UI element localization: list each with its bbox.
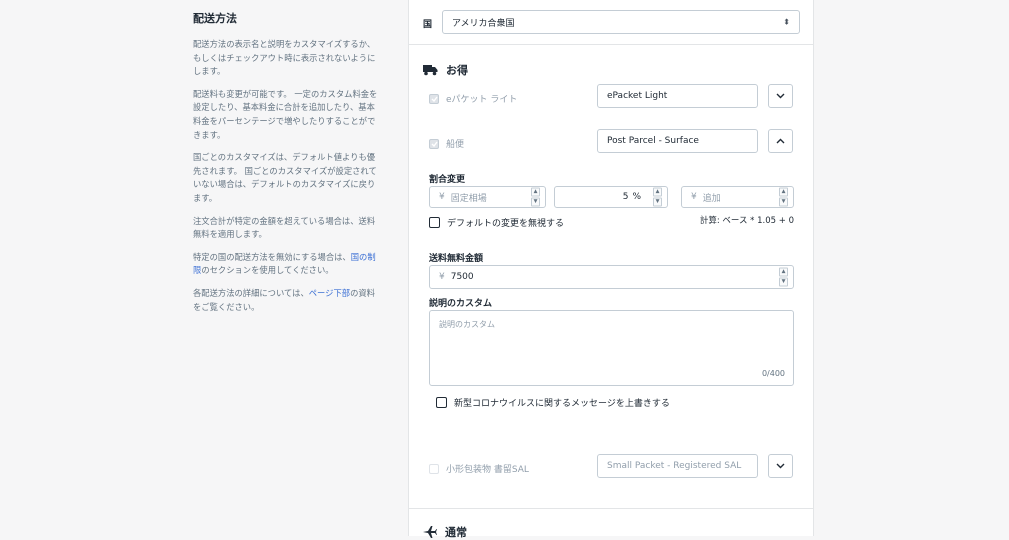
ignore-default-label: デフォルトの変更を無視する [447,219,565,229]
section-heading: 配送方法 [193,12,237,25]
surface-checkbox[interactable]: 船便 [429,137,464,150]
small-packet-label: 小形包装物 書留SAL [446,465,529,475]
text: 各配送方法の詳細については、 [193,287,309,298]
truck-icon [423,65,438,76]
small-packet-name-value: Small Packet - Registered SAL [607,461,742,471]
epacket-name-input[interactable]: ePacket Light [597,84,758,108]
description-paragraph: 配送料も変更が可能です。 一定のカスタム料金を設定したり、基本料金に合計を追加し… [193,88,378,140]
normal-section-title-text: 通常 [445,526,467,539]
small-packet-expand-button[interactable] [768,454,793,478]
chevron-down-icon [776,463,785,469]
stepper[interactable]: ▲ ▼ [779,267,788,287]
percent-suffix: % [632,192,641,202]
country-label: 国 [423,20,433,30]
free-shipping-value: 7500 [450,272,474,282]
surface-collapse-button[interactable] [768,129,793,153]
char-counter: 0/400 [761,369,785,378]
deal-section-title: お得 [423,62,468,78]
fixed-rate-placeholder: 固定相場 [450,193,487,204]
normal-section-title: 通常 [423,524,467,540]
surface-label: 船便 [446,140,465,150]
description-paragraph: 特定の国の配送方法を無効にする場合は、国の制限のセクションを使用してください。 [193,251,383,278]
description-paragraph: 注文合計が特定の金額を超えている場合は、送料無料を適用します。 [193,215,376,240]
shipping-settings-card: 国 アメリカ合衆国 ⬍ お得 eパケット ライト ePacket Light 船… [408,0,814,539]
percent-value: 5 [622,192,629,202]
surface-name-value: Post Parcel - Surface [607,136,699,146]
checkbox-box [429,93,439,104]
checkbox-box [429,138,439,149]
covid-override-checkbox[interactable]: 新型コロナウイルスに関するメッセージを上書きする [436,396,670,409]
free-shipping-input[interactable]: ¥ 7500 ▲ ▼ [429,265,794,289]
add-amount-placeholder: 追加 [702,193,721,204]
textarea-placeholder: 説明のカスタム [439,320,495,329]
chevron-up-icon [776,138,785,144]
custom-description-label: 説明のカスタム [429,299,493,309]
percent-input[interactable]: 5 % ▲ ▼ [554,186,668,208]
epacket-label: eパケット ライト [446,95,518,105]
epacket-expand-button[interactable] [768,84,793,108]
checkbox-box [429,463,439,474]
ignore-default-checkbox[interactable]: デフォルトの変更を無視する [429,216,564,229]
country-select-value: アメリカ合衆国 [452,18,515,29]
description-panel: 配送方法 配送方法の表示名と説明をカスタマイズするか、もしくはチェックアウト時に… [193,10,383,323]
text: 特定の国の配送方法を無効にする場合は、 [193,251,351,262]
check-icon [431,141,438,147]
description-paragraph: 各配送方法の詳細については、ページ下部の資料をご覧ください。 [193,287,383,314]
stepper[interactable]: ▲ ▼ [779,187,788,207]
currency-prefix: ¥ [439,192,445,202]
check-icon [431,96,438,102]
covid-override-label: 新型コロナウイルスに関するメッセージを上書きする [454,399,670,409]
surface-name-input[interactable]: Post Parcel - Surface [597,129,758,153]
calc-formula: 計算: ベース * 1.05 + 0 [699,216,794,226]
chevron-down-icon [776,93,785,99]
rate-change-label: 割合変更 [429,175,466,185]
currency-prefix: ¥ [691,192,697,202]
add-amount-input[interactable]: ¥ 追加 ▲ ▼ [681,186,794,208]
airplane-icon [423,526,437,538]
epacket-checkbox[interactable]: eパケット ライト [429,92,517,105]
stepper[interactable]: ▲ ▼ [531,187,540,207]
custom-description-textarea[interactable]: 説明のカスタム 0/400 [429,310,794,386]
divider [409,508,813,509]
small-packet-name-input[interactable]: Small Packet - Registered SAL [597,454,758,478]
free-shipping-label: 送料無料金額 [429,254,484,264]
checkbox-box [436,397,447,408]
checkbox-box [429,217,440,228]
description-paragraph: 国ごとのカスタマイズは、デフォルト値よりも優先されます。 国ごとのカスタマイズが… [193,152,377,203]
text: のセクションを使用してください。 [201,265,334,276]
epacket-name-value: ePacket Light [607,91,668,101]
divider [409,44,813,45]
fixed-rate-input[interactable]: ¥ 固定相場 ▲ ▼ [429,186,546,208]
select-arrows-icon: ⬍ [783,17,790,27]
description-paragraph: 配送方法の表示名と説明をカスタマイズするか、もしくはチェックアウト時に表示されな… [193,39,376,77]
deal-section-title-text: お得 [446,64,468,77]
small-packet-checkbox[interactable]: 小形包装物 書留SAL [429,462,529,475]
currency-prefix: ¥ [439,272,445,282]
country-select[interactable]: アメリカ合衆国 ⬍ [442,10,800,34]
page-bottom-link[interactable]: ページ下部 [309,288,350,298]
stepper[interactable]: ▲ ▼ [653,187,662,207]
